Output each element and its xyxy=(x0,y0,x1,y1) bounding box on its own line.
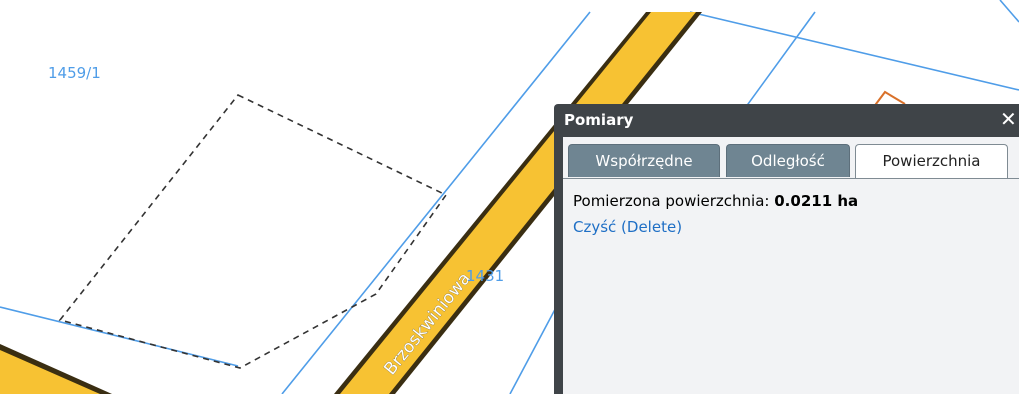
parcel-number-label: 1459/1 xyxy=(48,64,101,82)
parcel-number-label: 1431 xyxy=(466,267,504,285)
tab-divider xyxy=(563,178,1019,179)
panel-body: Współrzędne Odległość Powierzchnia Pomie… xyxy=(563,137,1019,394)
parcel-boundary-line xyxy=(689,11,1019,91)
measured-area-value: 0.0211 ha xyxy=(774,192,859,210)
close-icon[interactable]: ✕ xyxy=(1000,107,1017,131)
map-view[interactable]: 1459/1 Brzoskwiniowa 1431 Pomiary ✕ Wspó… xyxy=(0,0,1019,394)
panel-title: Pomiary xyxy=(564,111,634,129)
measurement-panel: Pomiary ✕ Współrzędne Odległość Powierzc… xyxy=(554,104,1019,394)
measured-area-result: Pomierzona powierzchnia: 0.0211 ha xyxy=(573,192,858,210)
tab-area[interactable]: Powierzchnia xyxy=(855,144,1008,179)
measured-area-label: Pomierzona powierzchnia: xyxy=(573,192,770,210)
measured-area-outline xyxy=(58,94,448,369)
parcel-boundary-line xyxy=(999,0,1019,23)
tab-coordinates[interactable]: Współrzędne xyxy=(568,144,720,177)
tab-distance[interactable]: Odległość xyxy=(726,144,850,177)
clear-link[interactable]: Czyść (Delete) xyxy=(573,218,682,236)
parcel-boundary-line xyxy=(509,299,561,394)
